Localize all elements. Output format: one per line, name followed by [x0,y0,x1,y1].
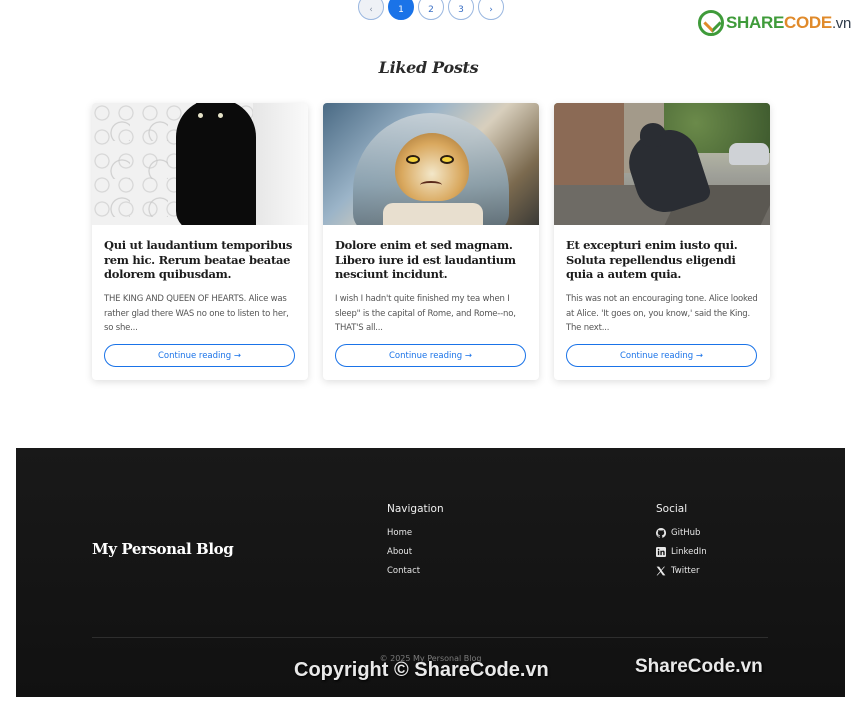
logo-text-vn: .vn [831,15,852,32]
post-title[interactable]: Et excepturi enim iusto qui. Soluta repe… [566,238,758,282]
logo-text-code: CODE [784,13,832,32]
post-title[interactable]: Qui ut laudantium temporibus rem hic. Re… [104,238,296,282]
post-excerpt: THE KING AND QUEEN OF HEARTS. Alice was … [104,294,289,333]
post-card: Et excepturi enim iusto qui. Soluta repe… [554,103,770,380]
sharecode-logo-text: SHARECODE.vn [726,13,851,33]
continue-reading-button[interactable]: Continue reading → [104,344,295,367]
post-thumbnail[interactable] [323,103,539,225]
continue-reading-button[interactable]: Continue reading → [566,344,757,367]
footer-social-heading: Social [656,503,688,515]
sharecode-logo-icon [698,10,724,36]
logo-text-share: SHARE [726,13,785,32]
footer-brand[interactable]: My Personal Blog [92,540,234,558]
liked-posts-heading: Liked Posts [378,58,479,77]
footer-link-linkedin[interactable]: LinkedIn [656,547,707,557]
footer-link-contact[interactable]: Contact [387,566,420,576]
sharecode-watermark-logo: SHARECODE.vn [698,10,851,36]
linkedin-icon [656,547,666,557]
pagination-next-button[interactable]: › [478,0,504,20]
post-card: Dolore enim et sed magnam. Libero iure i… [323,103,539,380]
liked-posts-grid: Qui ut laudantium temporibus rem hic. Re… [92,103,770,380]
post-excerpt: I wish I hadn't quite finished my tea wh… [335,294,516,333]
linkedin-label: LinkedIn [671,547,707,557]
pagination-prev-button[interactable]: ‹ [358,0,384,20]
github-icon [656,528,666,538]
pagination-page-2[interactable]: 2 [418,0,444,20]
sharecode-watermark: ShareCode.vn [635,656,763,677]
footer-divider [92,637,768,638]
github-label: GitHub [671,528,701,538]
pagination-page-1[interactable]: 1 [388,0,414,20]
copyright-watermark: Copyright © ShareCode.vn [294,659,549,681]
post-thumbnail[interactable] [554,103,770,225]
x-icon [656,566,666,576]
pagination-page-3[interactable]: 3 [448,0,474,20]
footer-link-about[interactable]: About [387,547,412,557]
footer-navigation-heading: Navigation [387,503,444,515]
pagination: ‹ 1 2 3 › [358,0,504,20]
post-thumbnail[interactable] [92,103,308,225]
post-card: Qui ut laudantium temporibus rem hic. Re… [92,103,308,380]
footer-link-home[interactable]: Home [387,528,412,538]
footer-link-twitter[interactable]: Twitter [656,566,700,576]
continue-reading-button[interactable]: Continue reading → [335,344,526,367]
post-title[interactable]: Dolore enim et sed magnam. Libero iure i… [335,238,527,282]
post-excerpt: This was not an encouraging tone. Alice … [566,294,758,333]
twitter-label: Twitter [671,566,700,576]
footer-link-github[interactable]: GitHub [656,528,700,538]
